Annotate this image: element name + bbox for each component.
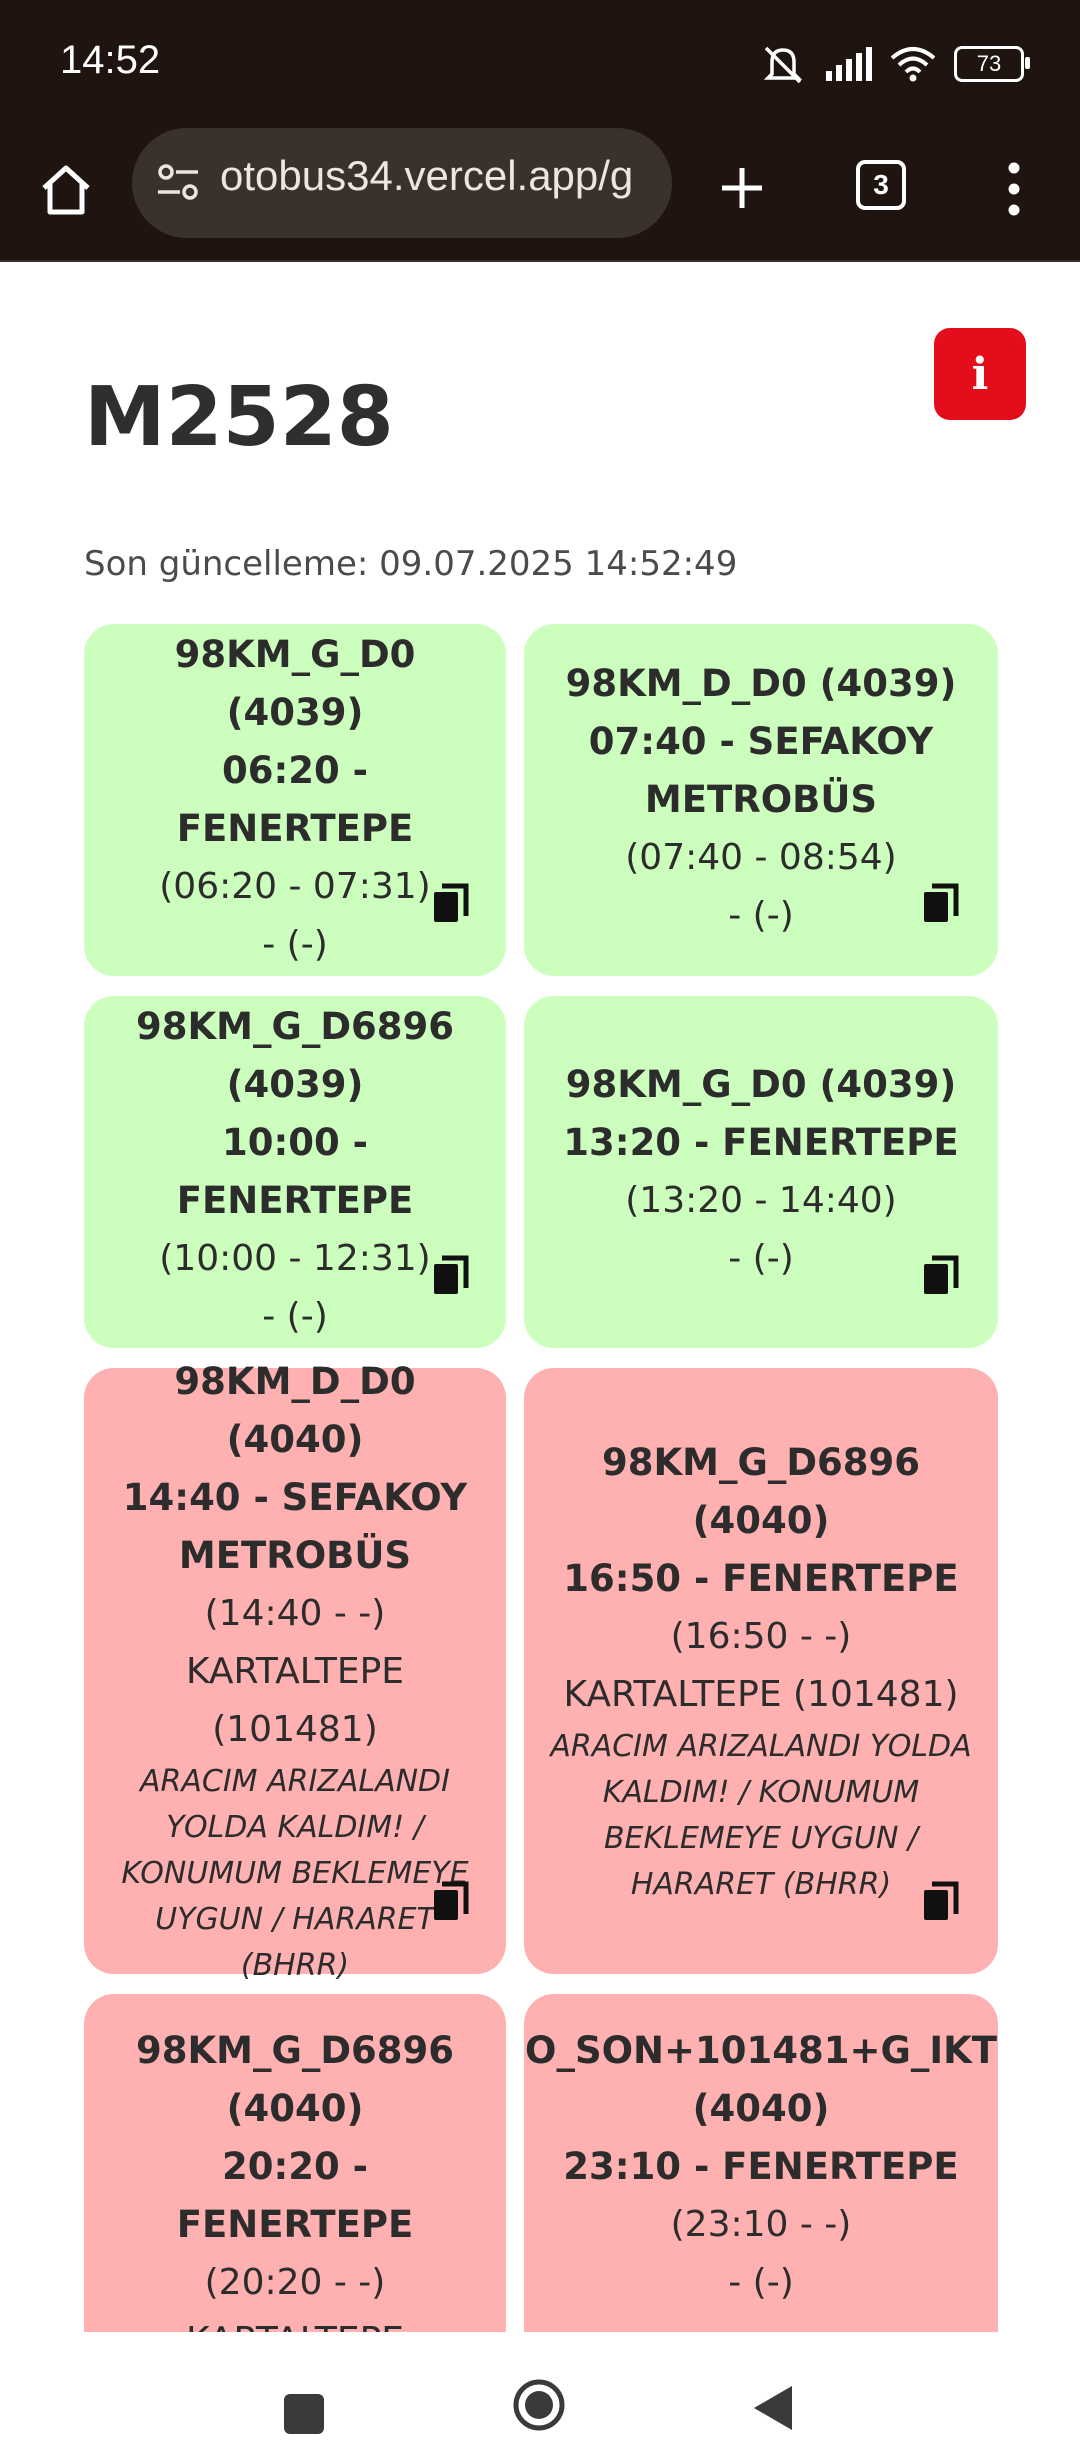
trip-line: O_SON+101481+G_IKT: [524, 2029, 998, 2072]
trip-line: 07:40 - SEFAKOY: [588, 720, 934, 763]
trip-line: ARACIM ARIZALANDI: [139, 1764, 451, 1799]
trip-line: KARTALTEPE: [185, 1651, 405, 1692]
trip-line: (20:20 - -): [204, 2262, 386, 2303]
trip-line: UYGUN / HARARET (BHRR): [155, 1902, 435, 1983]
trip-card[interactable]: O_SON+101481+G_IKT (4040) 23:10 - FENERTEP…: [524, 1994, 998, 2332]
trip-line: 98KM_G_D0 (4039): [565, 1063, 957, 1106]
trip-line: (16:50 - -): [670, 1616, 852, 1657]
trip-line: KALDIM! / KONUMUM: [602, 1775, 920, 1810]
signal-icon: [826, 47, 872, 81]
system-nav-bar: [0, 2332, 1080, 2460]
recents-button[interactable]: [284, 2394, 324, 2434]
trip-line: (101481): [212, 1709, 378, 1750]
copy-icon[interactable]: [920, 882, 960, 926]
trip-card[interactable]: 98KM_G_D6896 (4040) 20:20 - FENERTEPE (20:2…: [84, 1994, 506, 2332]
copy-icon[interactable]: [430, 1880, 470, 1924]
trip-card[interactable]: 98KM_D_D0 (4039) 07:40 - SEFAKOY METROBÜS (…: [524, 624, 998, 976]
home-icon[interactable]: [34, 158, 98, 222]
browser-toolbar: otobus34.vercel.app/g 3: [0, 128, 1080, 262]
trip-line: (23:10 - -): [670, 2204, 852, 2245]
trip-line: 10:00 - FENERTEPE: [176, 1121, 414, 1222]
copy-icon[interactable]: [430, 1254, 470, 1298]
trip-line: 20:20 - FENERTEPE: [176, 2145, 414, 2246]
trip-card[interactable]: 98KM_G_D0 (4039) 13:20 - FENERTEPE (13:20 …: [524, 996, 998, 1348]
home-button[interactable]: [512, 2378, 566, 2432]
trip-line: (13:20 - 14:40): [625, 1180, 897, 1221]
address-bar[interactable]: otobus34.vercel.app/g: [132, 128, 672, 238]
info-button[interactable]: i: [934, 328, 1026, 420]
web-content: M2528 i Son güncelleme: 09.07.2025 14:52…: [0, 262, 1080, 2332]
trip-card[interactable]: 98KM_G_D0 (4039) 06:20 - FENERTEPE (06:20 …: [84, 624, 506, 976]
trip-line: 13:20 - FENERTEPE: [563, 1121, 959, 1164]
trip-line: BEKLEMEYE UYGUN /: [603, 1821, 919, 1856]
trip-line: - (-): [728, 2262, 794, 2303]
trip-line: (06:20 - 07:31): [159, 866, 431, 907]
trip-line: 98KM_G_D0 (4039): [174, 633, 416, 734]
last-update-text: Son güncelleme: 09.07.2025 14:52:49: [84, 544, 738, 584]
status-bar: 14:52 73: [0, 0, 1080, 128]
trip-line: 23:10 - FENERTEPE: [563, 2145, 959, 2188]
trip-line: KONUMUM BEKLEMEYE: [121, 1856, 469, 1891]
site-settings-icon[interactable]: [154, 158, 202, 206]
plus-icon[interactable]: [710, 156, 774, 220]
battery-icon: 73: [954, 46, 1030, 82]
trip-line: 16:50 - FENERTEPE: [563, 1557, 959, 1600]
copy-icon[interactable]: [430, 882, 470, 926]
trip-line: (10:00 - 12:31): [159, 1238, 431, 1279]
trip-line: 98KM_G_D6896: [135, 2029, 455, 2072]
trip-line: - (-): [262, 924, 328, 965]
trip-line: METROBÜS: [644, 778, 878, 821]
status-icons: 73: [760, 40, 1030, 88]
trip-line: 98KM_D_D0 (4040): [174, 1360, 416, 1461]
trip-line: - (-): [728, 895, 794, 936]
trip-line: YOLDA KALDIM! /: [166, 1810, 424, 1845]
trip-line: KARTALTEPE: [186, 2312, 404, 2332]
more-vert-icon[interactable]: [996, 156, 1032, 222]
mute-icon: [763, 46, 803, 84]
trip-line: ARACIM ARIZALANDI YOLDA: [550, 1729, 972, 1764]
battery-level: 73: [976, 51, 1002, 76]
copy-icon[interactable]: [920, 1254, 960, 1298]
page-title: M2528: [84, 370, 394, 465]
trip-line: (4040): [226, 2087, 364, 2130]
trip-card[interactable]: 98KM_D_D0 (4040) 14:40 - SEFAKOY METROBÜS (…: [84, 1360, 506, 1983]
trip-line: METROBÜS: [178, 1534, 412, 1577]
status-time: 14:52: [60, 38, 161, 82]
tab-count: 3: [873, 169, 889, 200]
tabs-icon[interactable]: 3: [856, 160, 906, 210]
trip-line: KARTALTEPE (101481): [563, 1674, 959, 1715]
trip-line: 06:20 - FENERTEPE: [176, 749, 414, 850]
trip-line: 14:40 - SEFAKOY: [122, 1476, 468, 1519]
info-icon: i: [971, 348, 989, 400]
trip-card[interactable]: 98KM_G_D6896 (4039) 10:00 - FENERTEPE (10:0…: [84, 996, 506, 1348]
url-text[interactable]: otobus34.vercel.app/g: [220, 152, 633, 200]
trip-line: (4040): [692, 2087, 830, 2130]
trip-line: 98KM_G_D6896: [135, 1005, 455, 1048]
trip-line: - (-): [728, 1238, 794, 1279]
trip-line: 98KM_G_D6896 (4040): [601, 1441, 921, 1542]
trip-card[interactable]: 98KM_G_D6896 (4040) 16:50 - FENERTEPE (16:…: [524, 1368, 998, 1974]
copy-icon[interactable]: [920, 1880, 960, 1924]
trip-line: 98KM_D_D0 (4039): [565, 662, 957, 705]
trip-line: - (-): [262, 1296, 328, 1337]
back-button[interactable]: [752, 2384, 794, 2432]
trip-line: HARARET (BHRR): [630, 1867, 892, 1902]
trip-line: (4039): [226, 1063, 364, 1106]
trip-line: (14:40 - -): [204, 1593, 386, 1634]
wifi-icon: [890, 47, 936, 82]
trip-line: (07:40 - 08:54): [625, 837, 897, 878]
